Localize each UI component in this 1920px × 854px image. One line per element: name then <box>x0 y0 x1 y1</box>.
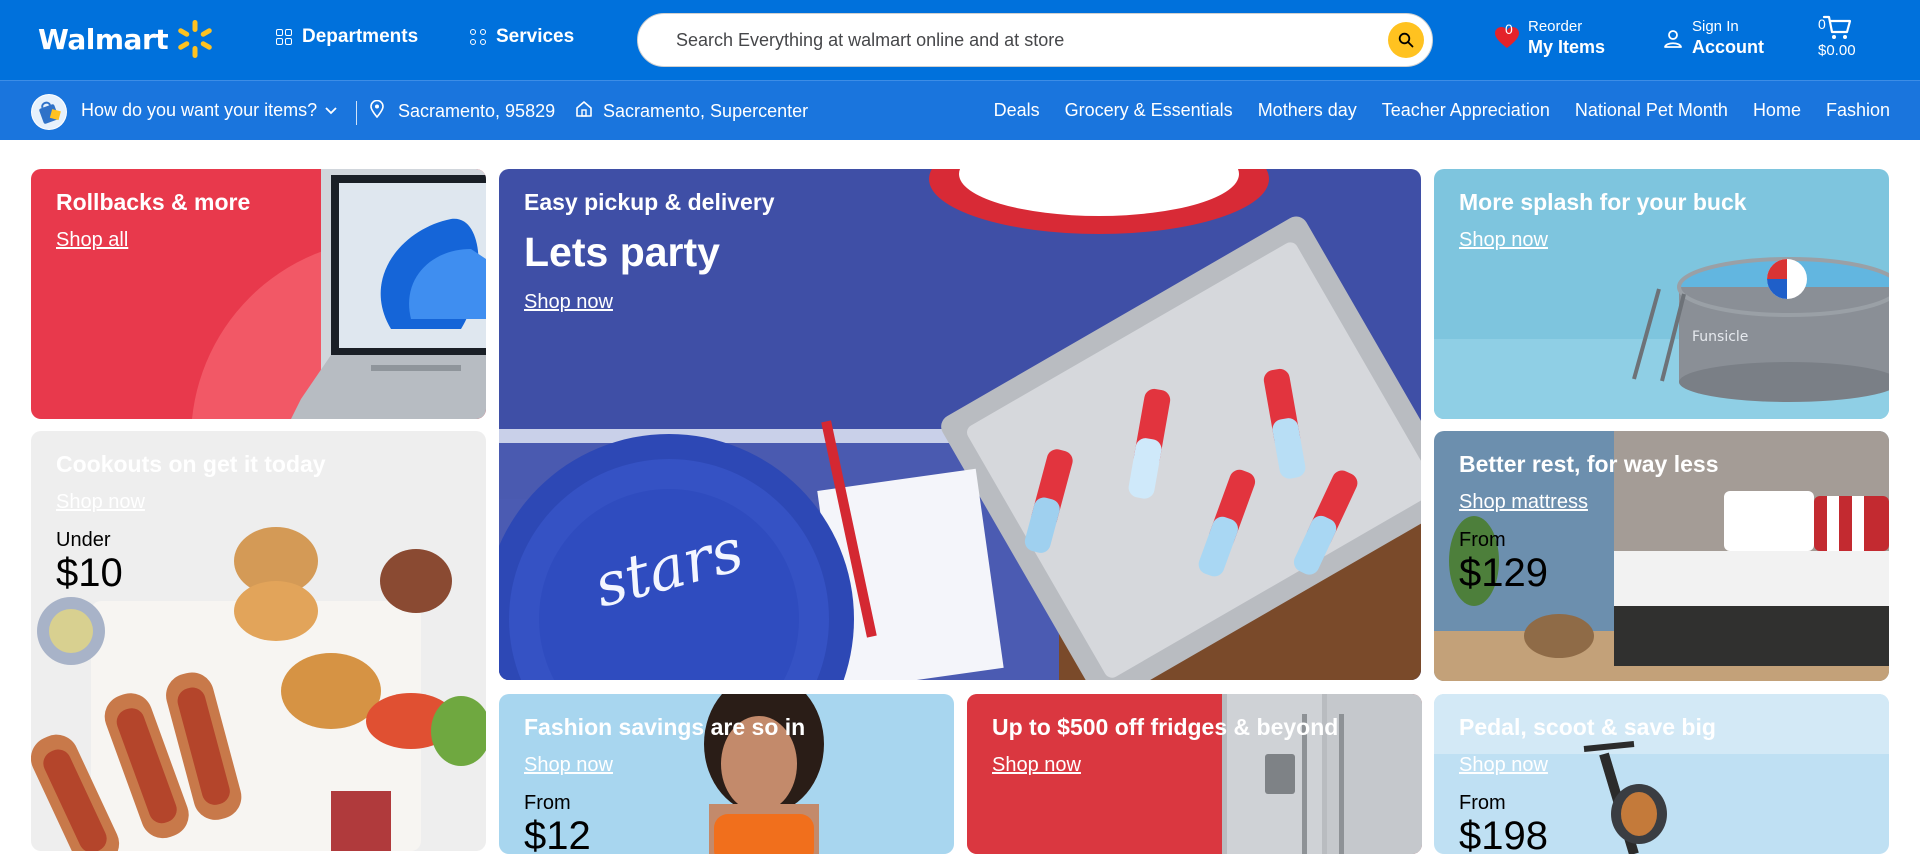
fulfillment-prompt: How do you want your items? <box>81 100 318 120</box>
person-icon <box>1664 30 1682 48</box>
fridges-title: Up to $500 off fridges & beyond <box>992 714 1339 740</box>
divider <box>356 101 357 125</box>
cart-icon <box>1822 15 1851 39</box>
cookouts-tile[interactable]: Cookouts on get it today Shop now Under … <box>31 431 486 851</box>
cart-button[interactable]: 0 $0.00 <box>1818 14 1856 59</box>
reorder-my-items[interactable]: 0 Reorder My Items <box>1494 18 1605 58</box>
category-nav: Deals Grocery & Essentials Mothers day T… <box>994 100 1890 121</box>
store-icon <box>576 101 592 117</box>
header: Walmart Departments Services Search Ever… <box>0 0 1920 80</box>
search-button[interactable] <box>1388 22 1424 58</box>
spark-icon <box>178 20 212 58</box>
pool-brand: Funsicle <box>1692 329 1748 345</box>
pedal-from: From <box>1459 792 1506 814</box>
pedal-price: $198 <box>1459 814 1548 854</box>
fashion-link[interactable]: Shop now <box>524 754 613 777</box>
reorder-label: Reorder <box>1528 18 1583 35</box>
fashion-from: From <box>524 792 571 814</box>
cart-count: 0 <box>1818 16 1826 32</box>
services-button[interactable]: Services <box>470 26 574 48</box>
my-items-label: My Items <box>1528 37 1606 57</box>
departments-grid-icon <box>276 29 292 45</box>
fashion-title: Fashion savings are so in <box>524 714 806 740</box>
rollbacks-tile[interactable]: Rollbacks & more Shop all <box>31 169 486 419</box>
nav-teacher-appreciation[interactable]: Teacher Appreciation <box>1382 100 1550 121</box>
fridges-link[interactable]: Shop now <box>992 754 1081 777</box>
location-selector[interactable]: Sacramento, 95829 <box>370 99 556 122</box>
bag-icon <box>32 95 66 129</box>
nav-national-pet-month[interactable]: National Pet Month <box>1575 100 1728 121</box>
party-title: Lets party <box>524 229 720 275</box>
fridges-tile[interactable]: Up to $500 off fridges & beyond Shop now <box>967 694 1422 854</box>
location-text: Sacramento, 95829 <box>398 101 556 121</box>
rest-title: Better rest, for way less <box>1459 451 1719 477</box>
account-button[interactable]: Sign In Account <box>1662 18 1764 58</box>
rest-link[interactable]: Shop mattress <box>1459 491 1588 514</box>
departments-button[interactable]: Departments <box>276 26 418 48</box>
nav-home[interactable]: Home <box>1753 100 1801 121</box>
splash-link[interactable]: Shop now <box>1459 229 1548 252</box>
nav-deals[interactable]: Deals <box>994 100 1040 121</box>
location-pin-icon <box>370 99 384 119</box>
fulfillment-dropdown[interactable]: How do you want your items? <box>81 100 338 121</box>
party-kicker: Easy pickup & delivery <box>524 189 775 215</box>
walmart-logo[interactable]: Walmart <box>38 18 216 60</box>
cookouts-price: $10 <box>56 551 123 595</box>
account-label: Account <box>1692 37 1764 57</box>
chevron-down-icon <box>325 107 337 115</box>
sign-in-label: Sign In <box>1692 18 1739 35</box>
cookouts-title: Cookouts on get it today <box>56 451 326 477</box>
fulfillment-bar: How do you want your items? Sacramento, … <box>0 80 1920 140</box>
walmart-wordmark: Walmart <box>38 22 169 56</box>
splash-tile[interactable]: Funsicle More splash for your buck Shop … <box>1434 169 1889 419</box>
party-link[interactable]: Shop now <box>524 291 613 314</box>
departments-label: Departments <box>302 26 419 47</box>
search-input[interactable] <box>638 14 1358 66</box>
nav-mothers-day[interactable]: Mothers day <box>1258 100 1357 121</box>
fulfillment-icon[interactable] <box>31 94 67 130</box>
cart-total: $0.00 <box>1818 42 1856 59</box>
search-bar <box>637 13 1433 67</box>
pedal-tile[interactable]: Pedal, scoot & save big Shop now From $1… <box>1434 694 1889 854</box>
nav-grocery-essentials[interactable]: Grocery & Essentials <box>1065 100 1233 121</box>
fashion-price: $12 <box>524 814 591 854</box>
rollbacks-title: Rollbacks & more <box>56 189 251 215</box>
rollbacks-link[interactable]: Shop all <box>56 229 128 252</box>
fashion-tile[interactable]: Fashion savings are so in Shop now From … <box>499 694 954 854</box>
splash-title: More splash for your buck <box>1459 189 1747 215</box>
pedal-title: Pedal, scoot & save big <box>1459 714 1716 740</box>
nav-fashion[interactable]: Fashion <box>1826 100 1890 121</box>
services-label: Services <box>496 26 575 47</box>
rest-tile[interactable]: Better rest, for way less Shop mattress … <box>1434 431 1889 681</box>
services-icon <box>470 29 486 45</box>
party-tile[interactable]: stars Easy pickup & delivery Lets party … <box>499 169 1421 680</box>
store-selector[interactable]: Sacramento, Supercenter <box>575 100 808 122</box>
store-text: Sacramento, Supercenter <box>603 101 809 121</box>
pedal-link[interactable]: Shop now <box>1459 754 1548 777</box>
rest-price: $129 <box>1459 551 1548 595</box>
cookouts-from: Under <box>56 529 111 551</box>
cookouts-link[interactable]: Shop now <box>56 491 145 514</box>
search-icon <box>1398 32 1414 48</box>
reorder-count: 0 <box>1505 21 1513 37</box>
rest-from: From <box>1459 529 1506 551</box>
